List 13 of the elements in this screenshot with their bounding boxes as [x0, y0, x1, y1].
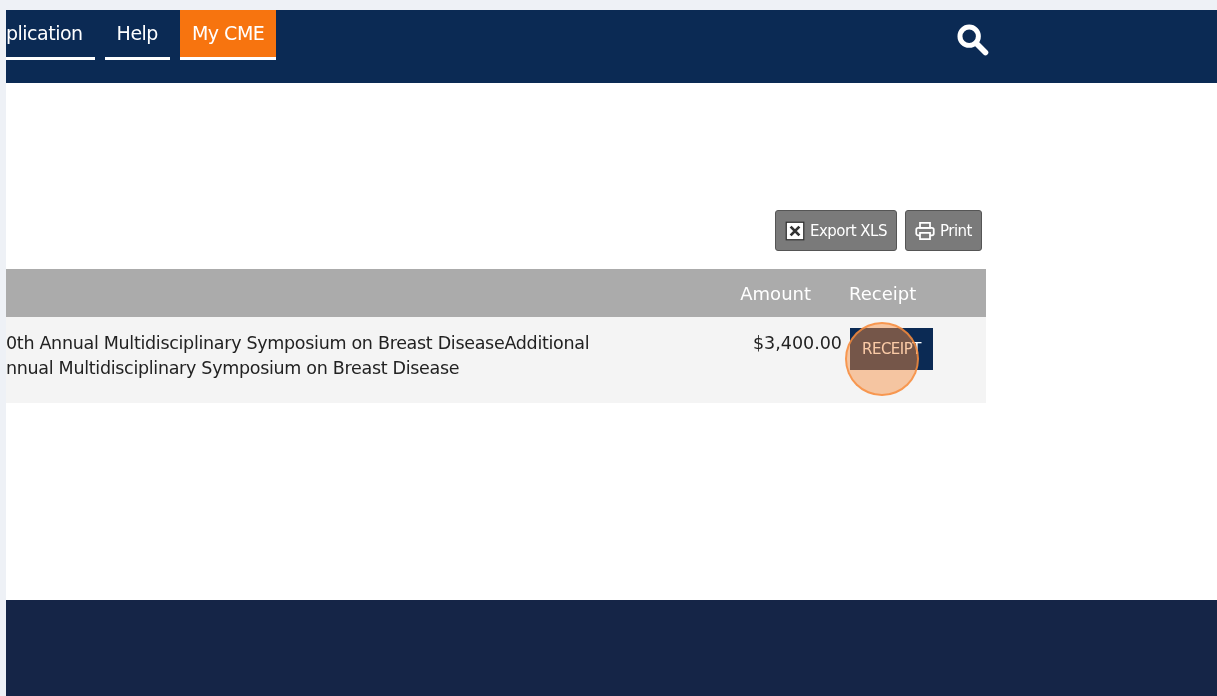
export-button[interactable]: Export XLS [774, 210, 897, 251]
nav-link[interactable]: My CME [179, 10, 277, 60]
table-cell: $3,400.00 [752, 333, 842, 353]
table-cell-text: nnual Multidisciplinary Symposium on Breast Disease [6, 358, 461, 378]
table-cell-text: 0th Annual Multidisciplinary Symposium on Breast DiseaseAdditional [6, 333, 591, 353]
column-header: Receipt [849, 282, 918, 304]
search-icon[interactable] [955, 22, 989, 56]
nav-link[interactable]: Help [104, 10, 170, 60]
print-button[interactable]: Print [905, 210, 982, 251]
column-header: Amount [740, 282, 811, 304]
spreadsheet-icon [784, 220, 805, 241]
nav-link[interactable]: plication [6, 10, 95, 60]
printer-icon [915, 220, 935, 241]
